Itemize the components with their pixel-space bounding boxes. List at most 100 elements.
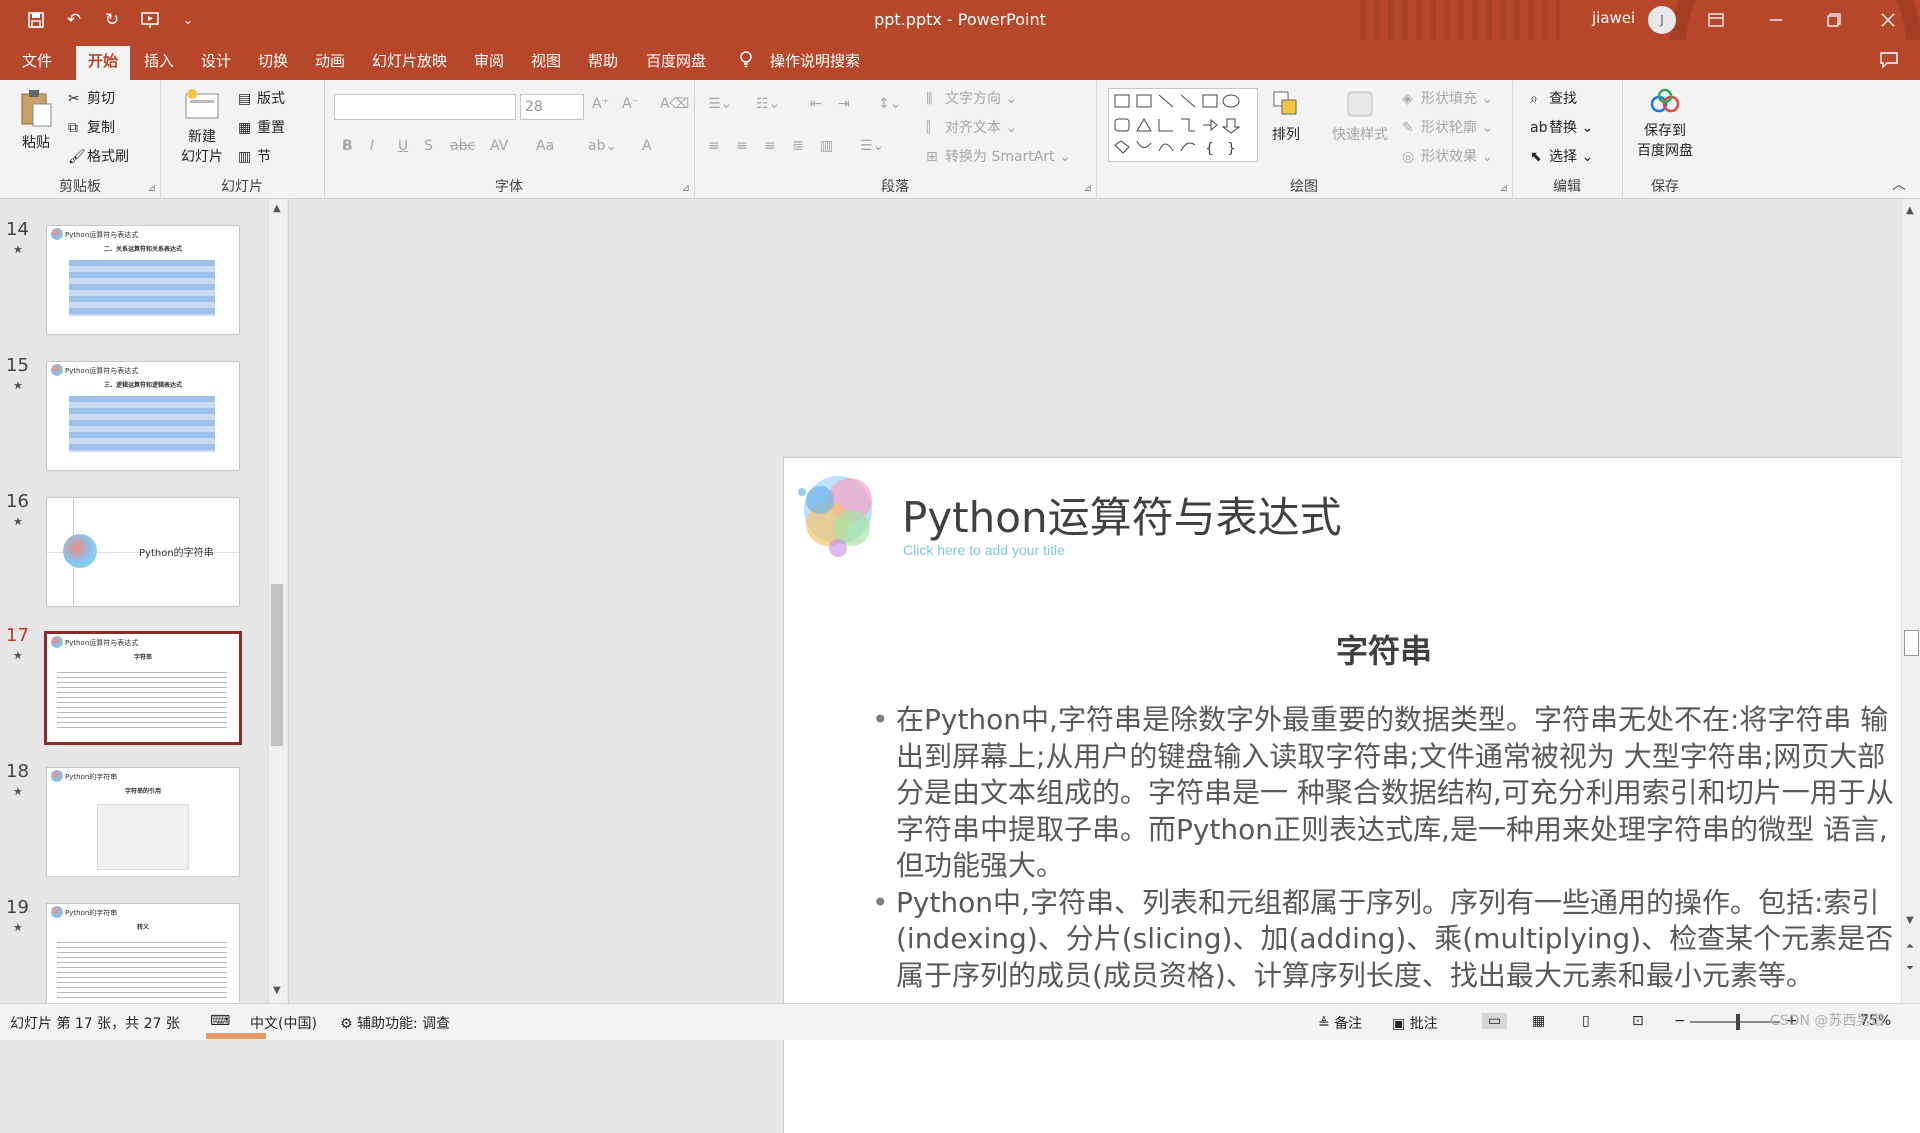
- zoom-slider[interactable]: [1690, 1021, 1780, 1023]
- shadow-button[interactable]: S: [424, 138, 433, 154]
- collapse-ribbon-icon[interactable]: ︿: [1892, 174, 1906, 194]
- find-button[interactable]: ⌕ 查找: [1530, 88, 1577, 108]
- previous-slide-icon[interactable]: ⏶: [1906, 941, 1914, 952]
- tab-review[interactable]: 审阅: [474, 50, 504, 71]
- bullets-icon[interactable]: ☰⌄: [708, 96, 732, 112]
- slide-thumbnail-15[interactable]: Python运算符与表达式 三、逻辑运算符和逻辑表达式: [46, 361, 240, 471]
- tab-baidu-netdisk[interactable]: 百度网盘: [646, 50, 706, 71]
- accessibility-button[interactable]: ⚙ 辅助功能: 调查: [340, 1013, 450, 1033]
- section-button[interactable]: ▥ 节: [238, 146, 271, 166]
- normal-view-icon[interactable]: ▭: [1482, 1013, 1508, 1029]
- slide-thumbnail-19[interactable]: Python的字符串 转义: [46, 903, 240, 1003]
- line-spacing-icon[interactable]: ↕⌄: [878, 96, 901, 112]
- bold-button[interactable]: B: [342, 138, 353, 154]
- character-spacing-button[interactable]: AV: [490, 138, 508, 154]
- italic-button[interactable]: I: [370, 138, 374, 154]
- restore-icon[interactable]: [1812, 4, 1856, 36]
- scroll-up-icon[interactable]: ▲: [273, 203, 281, 214]
- cut-button[interactable]: ✂ 剪切: [68, 88, 115, 108]
- tab-design[interactable]: 设计: [201, 50, 231, 71]
- spellcheck-icon[interactable]: ⌨: [210, 1013, 230, 1029]
- scroll-down-icon[interactable]: ▼: [1906, 915, 1914, 926]
- shrink-font-icon[interactable]: A⁻: [622, 96, 639, 112]
- quick-styles-button[interactable]: 快速样式: [1328, 88, 1392, 144]
- next-slide-icon[interactable]: ⏷: [1906, 963, 1914, 974]
- font-color-button[interactable]: A: [642, 138, 652, 154]
- arrange-button[interactable]: 排列: [1264, 88, 1308, 144]
- zoom-out-icon[interactable]: −: [1674, 1013, 1686, 1029]
- shape-fill-button[interactable]: ◈ 形状填充 ⌄: [1402, 88, 1493, 108]
- increase-indent-icon[interactable]: ⇥: [838, 96, 850, 112]
- minimize-icon[interactable]: [1754, 4, 1798, 36]
- grow-font-icon[interactable]: A⁺: [592, 96, 609, 112]
- clear-formatting-icon[interactable]: A⌫: [660, 96, 689, 112]
- reading-view-icon[interactable]: ▯: [1582, 1013, 1590, 1029]
- comments-icon[interactable]: [1880, 52, 1898, 72]
- tab-insert[interactable]: 插入: [144, 50, 174, 71]
- slide-thumbnail-17[interactable]: Python运算符与表达式 字符串: [44, 631, 242, 745]
- slide-thumbnail-14[interactable]: Python运算符与表达式 二、关系运算符和关系表达式: [46, 225, 240, 335]
- tab-home[interactable]: 开始: [76, 46, 131, 81]
- reset-button[interactable]: ▦ 重置: [238, 117, 285, 137]
- numbering-icon[interactable]: ☷⌄: [756, 96, 780, 112]
- align-left-icon[interactable]: ≡: [708, 138, 720, 154]
- slide-subtitle-placeholder[interactable]: Click here to add your title: [903, 542, 1065, 558]
- highlight-icon[interactable]: ab⌄: [588, 138, 617, 154]
- zoom-slider-knob[interactable]: [1736, 1014, 1740, 1030]
- dialog-launcher-icon[interactable]: ⊿: [148, 183, 156, 194]
- align-right-icon[interactable]: ≡: [764, 138, 776, 154]
- slideshow-view-icon[interactable]: ⊡: [1632, 1013, 1644, 1029]
- layout-button[interactable]: ▤ 版式: [238, 88, 285, 108]
- thumbnail-scroll-thumb[interactable]: [271, 584, 283, 746]
- slide-title[interactable]: Python运算符与表达式: [902, 484, 1342, 545]
- text-direction-button[interactable]: ⫼ 文字方向 ⌄: [926, 88, 1017, 108]
- tab-help[interactable]: 帮助: [588, 50, 618, 71]
- user-name[interactable]: jiawei: [1592, 9, 1635, 27]
- drawing-dialog-launcher-icon[interactable]: ⊿: [1500, 183, 1508, 194]
- strikethrough-button[interactable]: abc: [450, 138, 475, 154]
- copy-button[interactable]: ⧉ 复制: [68, 117, 115, 137]
- select-button[interactable]: ⬉ 选择 ⌄: [1530, 146, 1593, 166]
- ribbon-display-icon[interactable]: [1694, 4, 1738, 36]
- columns-icon[interactable]: ▥: [820, 138, 833, 154]
- slide-heading[interactable]: 字符串: [784, 626, 1920, 672]
- format-painter-button[interactable]: 🖌格式刷: [68, 146, 129, 166]
- shapes-gallery[interactable]: {}: [1108, 88, 1258, 162]
- decrease-indent-icon[interactable]: ⇤: [810, 96, 822, 112]
- slide-sorter-icon[interactable]: ▦: [1532, 1013, 1545, 1029]
- new-slide-button[interactable]: 新建 幻灯片: [170, 88, 234, 166]
- align-text-button[interactable]: ⫿ 对齐文本 ⌄: [926, 117, 1017, 137]
- font-name-field[interactable]: [334, 94, 516, 120]
- save-to-netdisk-button[interactable]: 保存到 百度网盘: [1628, 88, 1702, 160]
- tab-file[interactable]: 文件: [22, 50, 52, 71]
- scroll-down-icon[interactable]: ▼: [273, 985, 281, 996]
- tab-view[interactable]: 视图: [531, 50, 561, 71]
- comments-button[interactable]: ▣ 批注: [1392, 1013, 1438, 1033]
- smartart-button[interactable]: ⊞ 转换为 SmartArt ⌄: [926, 146, 1071, 166]
- change-case-button[interactable]: Aa: [536, 138, 554, 154]
- avatar[interactable]: J: [1648, 6, 1676, 34]
- replace-button[interactable]: ab 替换 ⌄: [1530, 117, 1593, 137]
- paste-button[interactable]: 粘贴: [14, 88, 58, 152]
- slide-scrollbar[interactable]: ▲ ▼ ⏶ ⏷: [1901, 199, 1920, 1003]
- tab-slideshow[interactable]: 幻灯片放映: [372, 50, 447, 71]
- distribute-icon[interactable]: ☰⌄: [860, 138, 884, 154]
- language-indicator[interactable]: 中文(中国): [250, 1013, 317, 1033]
- shape-outline-button[interactable]: ✎ 形状轮廓 ⌄: [1402, 117, 1493, 137]
- align-center-icon[interactable]: ≡: [736, 138, 748, 154]
- slide-body-text[interactable]: 在Python中,字符串是除数字外最重要的数据类型。字符串无处不在:将字符串 输…: [872, 702, 1912, 994]
- close-icon[interactable]: [1866, 4, 1910, 36]
- tab-transitions[interactable]: 切换: [258, 50, 288, 71]
- font-dialog-launcher-icon[interactable]: ⊿: [682, 183, 690, 194]
- scroll-up-icon[interactable]: ▲: [1906, 205, 1914, 216]
- tell-me-search[interactable]: 操作说明搜索: [770, 50, 860, 71]
- slide-thumbnail-16[interactable]: Python的字符串: [46, 497, 240, 607]
- notes-button[interactable]: ≜ 备注: [1318, 1013, 1362, 1033]
- paragraph-dialog-launcher-icon[interactable]: ⊿: [1084, 183, 1092, 194]
- slide-thumbnail-18[interactable]: Python的字符串 字符串的引用: [46, 767, 240, 877]
- shape-effects-button[interactable]: ◎ 形状效果 ⌄: [1402, 146, 1493, 166]
- slide-scroll-thumb[interactable]: [1904, 630, 1919, 656]
- underline-button[interactable]: U: [398, 138, 408, 154]
- font-size-field[interactable]: 28: [520, 94, 584, 120]
- tab-animations[interactable]: 动画: [315, 50, 345, 71]
